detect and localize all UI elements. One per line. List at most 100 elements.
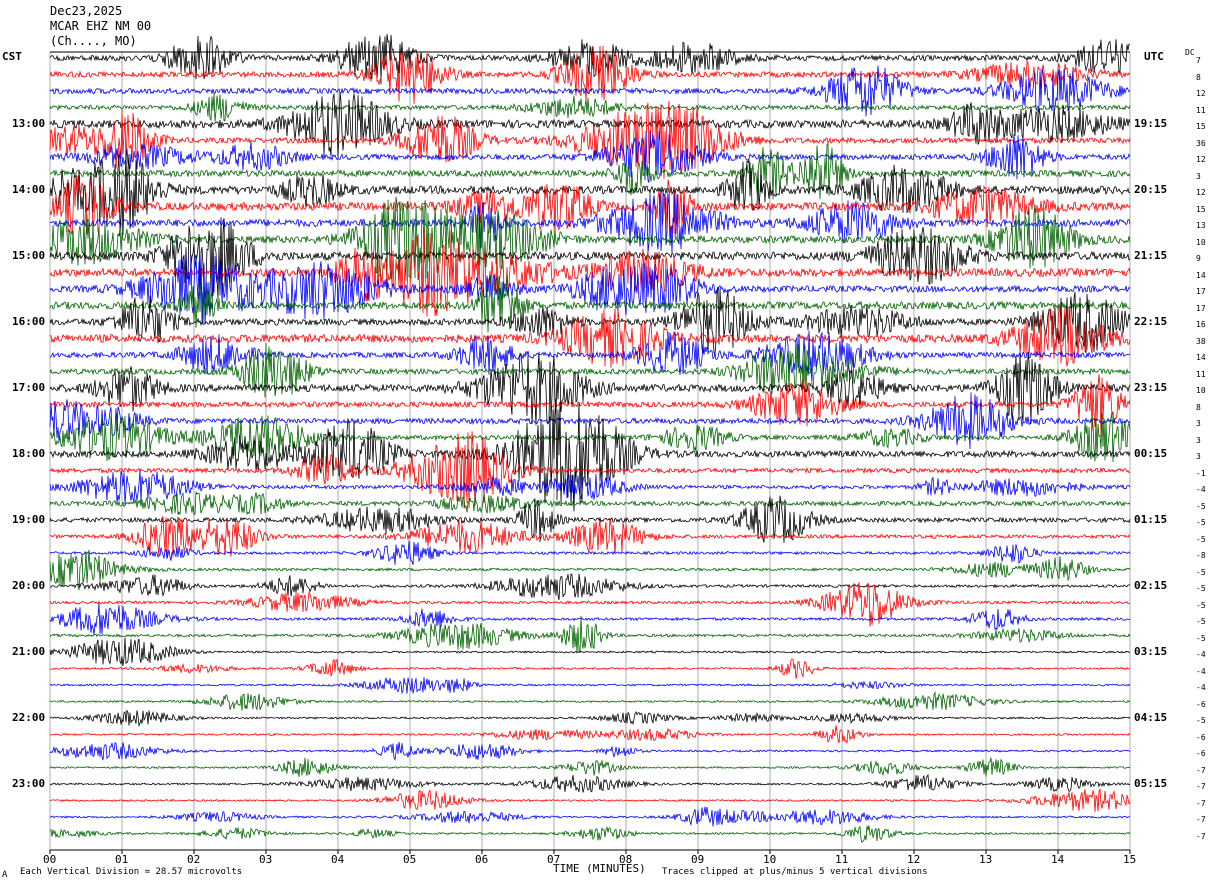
dc-offset-value: 8	[1196, 402, 1201, 412]
dc-offset-value: 10	[1196, 237, 1206, 247]
hour-label-left: 16:00	[12, 315, 46, 328]
x-tick-label-04: 04	[331, 853, 345, 866]
dc-offset-value: 13	[1196, 221, 1206, 230]
dc-offset-value: -5	[1196, 567, 1206, 577]
dc-offset-value: 8	[1196, 72, 1201, 82]
seismic-trace-10	[49, 175, 1131, 237]
hour-label-right: 01:15	[1134, 513, 1168, 526]
seismic-trace-25	[49, 398, 1131, 512]
dc-offset-value: -6	[1196, 699, 1206, 709]
hour-label-right: 00:15	[1134, 447, 1168, 460]
dc-offset-value: 3	[1196, 171, 1201, 181]
seismic-trace-13	[49, 217, 1131, 303]
hour-label-right: 19:15	[1134, 117, 1168, 130]
dc-offset-value: 38	[1196, 336, 1206, 346]
dc-offset-value: 9	[1196, 254, 1201, 263]
dc-offset-value: 17	[1196, 303, 1206, 313]
dc-offset-value: -5	[1196, 600, 1206, 610]
seismic-trace-33	[49, 573, 1131, 601]
left-timezone-label: CST	[2, 50, 22, 63]
dc-offset-value: -7	[1196, 782, 1206, 791]
dc-offset-value: 3	[1196, 435, 1201, 445]
hour-label-left: 15:00	[12, 249, 46, 262]
footer-mark: A	[2, 870, 8, 880]
seismic-trace-15	[49, 254, 1131, 325]
dc-offset-value: -4	[1196, 485, 1206, 494]
seismic-trace-46	[49, 788, 1131, 812]
dc-offset-value: 12	[1196, 155, 1206, 164]
hour-label-left: 18:00	[12, 447, 46, 460]
hour-label-left: 17:00	[12, 381, 46, 394]
dc-offset-value: 16	[1196, 320, 1206, 329]
x-axis-label: TIME (MINUTES)	[553, 862, 646, 875]
x-tick-label-12: 12	[907, 853, 921, 866]
dc-offset-value: 12	[1196, 188, 1206, 197]
x-tick-label-13: 13	[979, 853, 993, 866]
seismic-trace-48	[49, 825, 1131, 844]
seismic-trace-40	[49, 690, 1131, 711]
dc-offset-value: -5	[1196, 534, 1206, 544]
seismic-trace-47	[49, 806, 1131, 827]
seismic-trace-35	[49, 603, 1131, 636]
dc-offset-value: -5	[1196, 633, 1206, 643]
seismic-trace-45	[49, 773, 1131, 793]
x-tick-label-09: 09	[691, 853, 705, 866]
dc-offset-value: 15	[1196, 204, 1206, 214]
x-tick-label-10: 10	[763, 853, 777, 866]
right-timezone-label: UTC	[1144, 50, 1164, 63]
hour-label-left: 22:00	[12, 711, 46, 724]
hour-label-right: 03:15	[1134, 645, 1168, 658]
x-tick-label-00: 00	[43, 853, 57, 866]
dc-offset-value: -4	[1196, 666, 1206, 676]
dc-offset-value: 3	[1196, 419, 1201, 428]
dc-offset-value: 12	[1196, 89, 1206, 98]
footer-clip-note: Traces clipped at plus/minus 5 vertical …	[662, 867, 928, 877]
dc-offset-value: -6	[1196, 732, 1206, 742]
x-tick-label-02: 02	[187, 853, 201, 866]
trace-group	[49, 34, 1131, 844]
dc-offset-value: -8	[1196, 551, 1206, 560]
seismic-trace-31	[49, 540, 1131, 565]
seismic-trace-42	[49, 725, 1131, 745]
hour-label-right: 22:15	[1134, 315, 1168, 328]
dc-offset-value: 17	[1196, 287, 1206, 296]
seismic-trace-38	[50, 658, 1131, 679]
dc-offset-value: -4	[1196, 683, 1206, 692]
hour-label-left: 23:00	[12, 777, 46, 790]
x-tick-label-06: 06	[475, 853, 489, 866]
dc-offset-value: -7	[1196, 815, 1206, 824]
seismic-trace-23	[49, 392, 1131, 450]
dc-offset-value: 11	[1196, 105, 1206, 115]
dc-offset-value: 7	[1196, 56, 1201, 65]
hour-label-left: 21:00	[12, 645, 46, 658]
dc-offset-value: 3	[1196, 452, 1201, 461]
hour-label-left: 19:00	[12, 513, 46, 526]
x-tick-label-05: 05	[403, 853, 417, 866]
dc-offset-value: -4	[1196, 650, 1206, 659]
dc-offset-value: 11	[1196, 369, 1206, 379]
x-tick-label-11: 11	[835, 853, 849, 866]
dc-offset-value: 14	[1196, 270, 1206, 280]
dc-offset-value: -5	[1196, 716, 1206, 725]
dc-offset-value: -6	[1196, 749, 1206, 758]
dc-offset-value: 10	[1196, 386, 1206, 395]
dc-offset-value: -7	[1196, 831, 1206, 841]
dc-offset-value: 36	[1196, 138, 1206, 148]
seismic-trace-28	[49, 491, 1131, 516]
seismic-trace-32	[49, 549, 1131, 591]
x-tick-label-14: 14	[1051, 853, 1065, 866]
hour-label-right: 21:15	[1134, 249, 1168, 262]
seismic-trace-27	[49, 470, 1131, 505]
hour-label-left: 14:00	[12, 183, 46, 196]
hour-label-right: 04:15	[1134, 711, 1168, 724]
dc-offset-header: DC	[1185, 48, 1195, 57]
dc-offset-value: 15	[1196, 122, 1206, 131]
dc-offset-value: -5	[1196, 584, 1206, 593]
hour-label-right: 02:15	[1134, 579, 1168, 592]
hour-label-right: 05:15	[1134, 777, 1168, 790]
hour-label-left: 20:00	[12, 579, 46, 592]
dc-offset-value: -5	[1196, 518, 1206, 527]
x-tick-label-01: 01	[115, 853, 129, 866]
dc-offset-value: -5	[1196, 617, 1206, 626]
dc-offset-value: -5	[1196, 501, 1206, 511]
